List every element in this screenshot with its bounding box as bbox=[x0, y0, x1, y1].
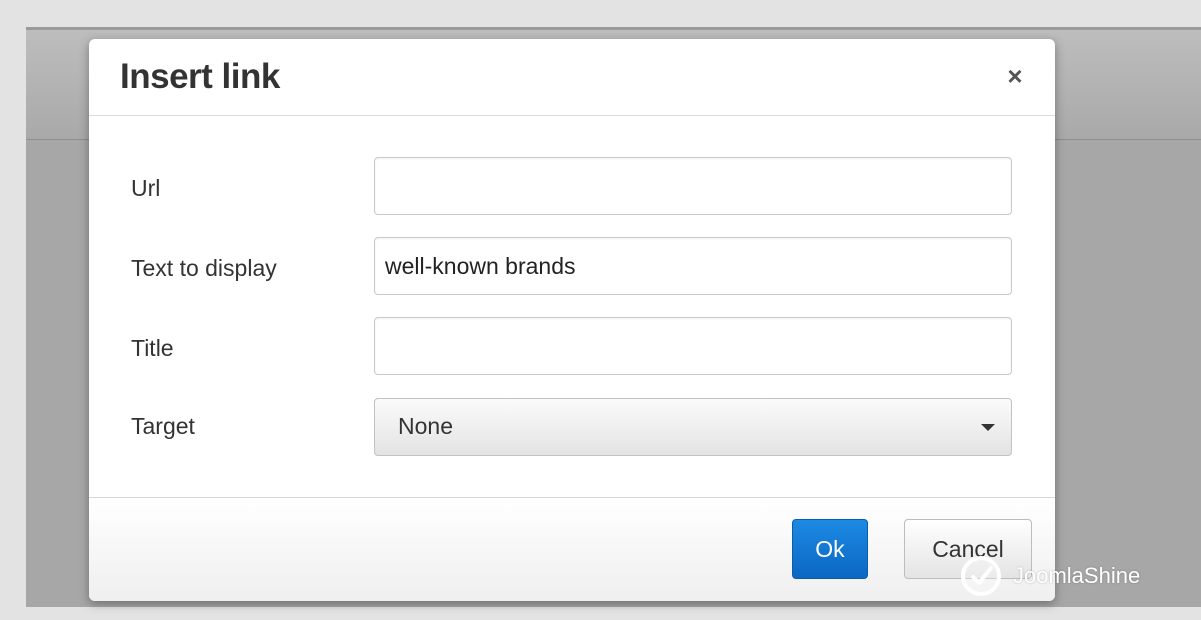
watermark-text: JoomlaShine bbox=[1013, 563, 1141, 588]
target-selected-value: None bbox=[398, 413, 453, 439]
dialog-footer: Ok Cancel bbox=[89, 497, 1055, 601]
ok-button[interactable]: Ok bbox=[792, 519, 868, 579]
target-select[interactable]: None bbox=[374, 398, 1012, 456]
title-label: Title bbox=[131, 335, 174, 361]
checkmark-circle-icon bbox=[961, 556, 1001, 596]
url-input[interactable] bbox=[374, 157, 1012, 215]
url-label: Url bbox=[131, 175, 161, 201]
target-label: Target bbox=[131, 413, 195, 439]
text-to-display-label: Text to display bbox=[131, 255, 277, 281]
caret-down-icon bbox=[981, 424, 995, 431]
dialog-title: Insert link bbox=[120, 57, 280, 96]
close-icon[interactable]: × bbox=[1001, 61, 1029, 91]
title-input[interactable] bbox=[374, 317, 1012, 375]
insert-link-dialog: Insert link × Url Text to display Title … bbox=[89, 39, 1055, 601]
dialog-header: Insert link × bbox=[89, 39, 1055, 116]
text-to-display-input[interactable] bbox=[374, 237, 1012, 295]
